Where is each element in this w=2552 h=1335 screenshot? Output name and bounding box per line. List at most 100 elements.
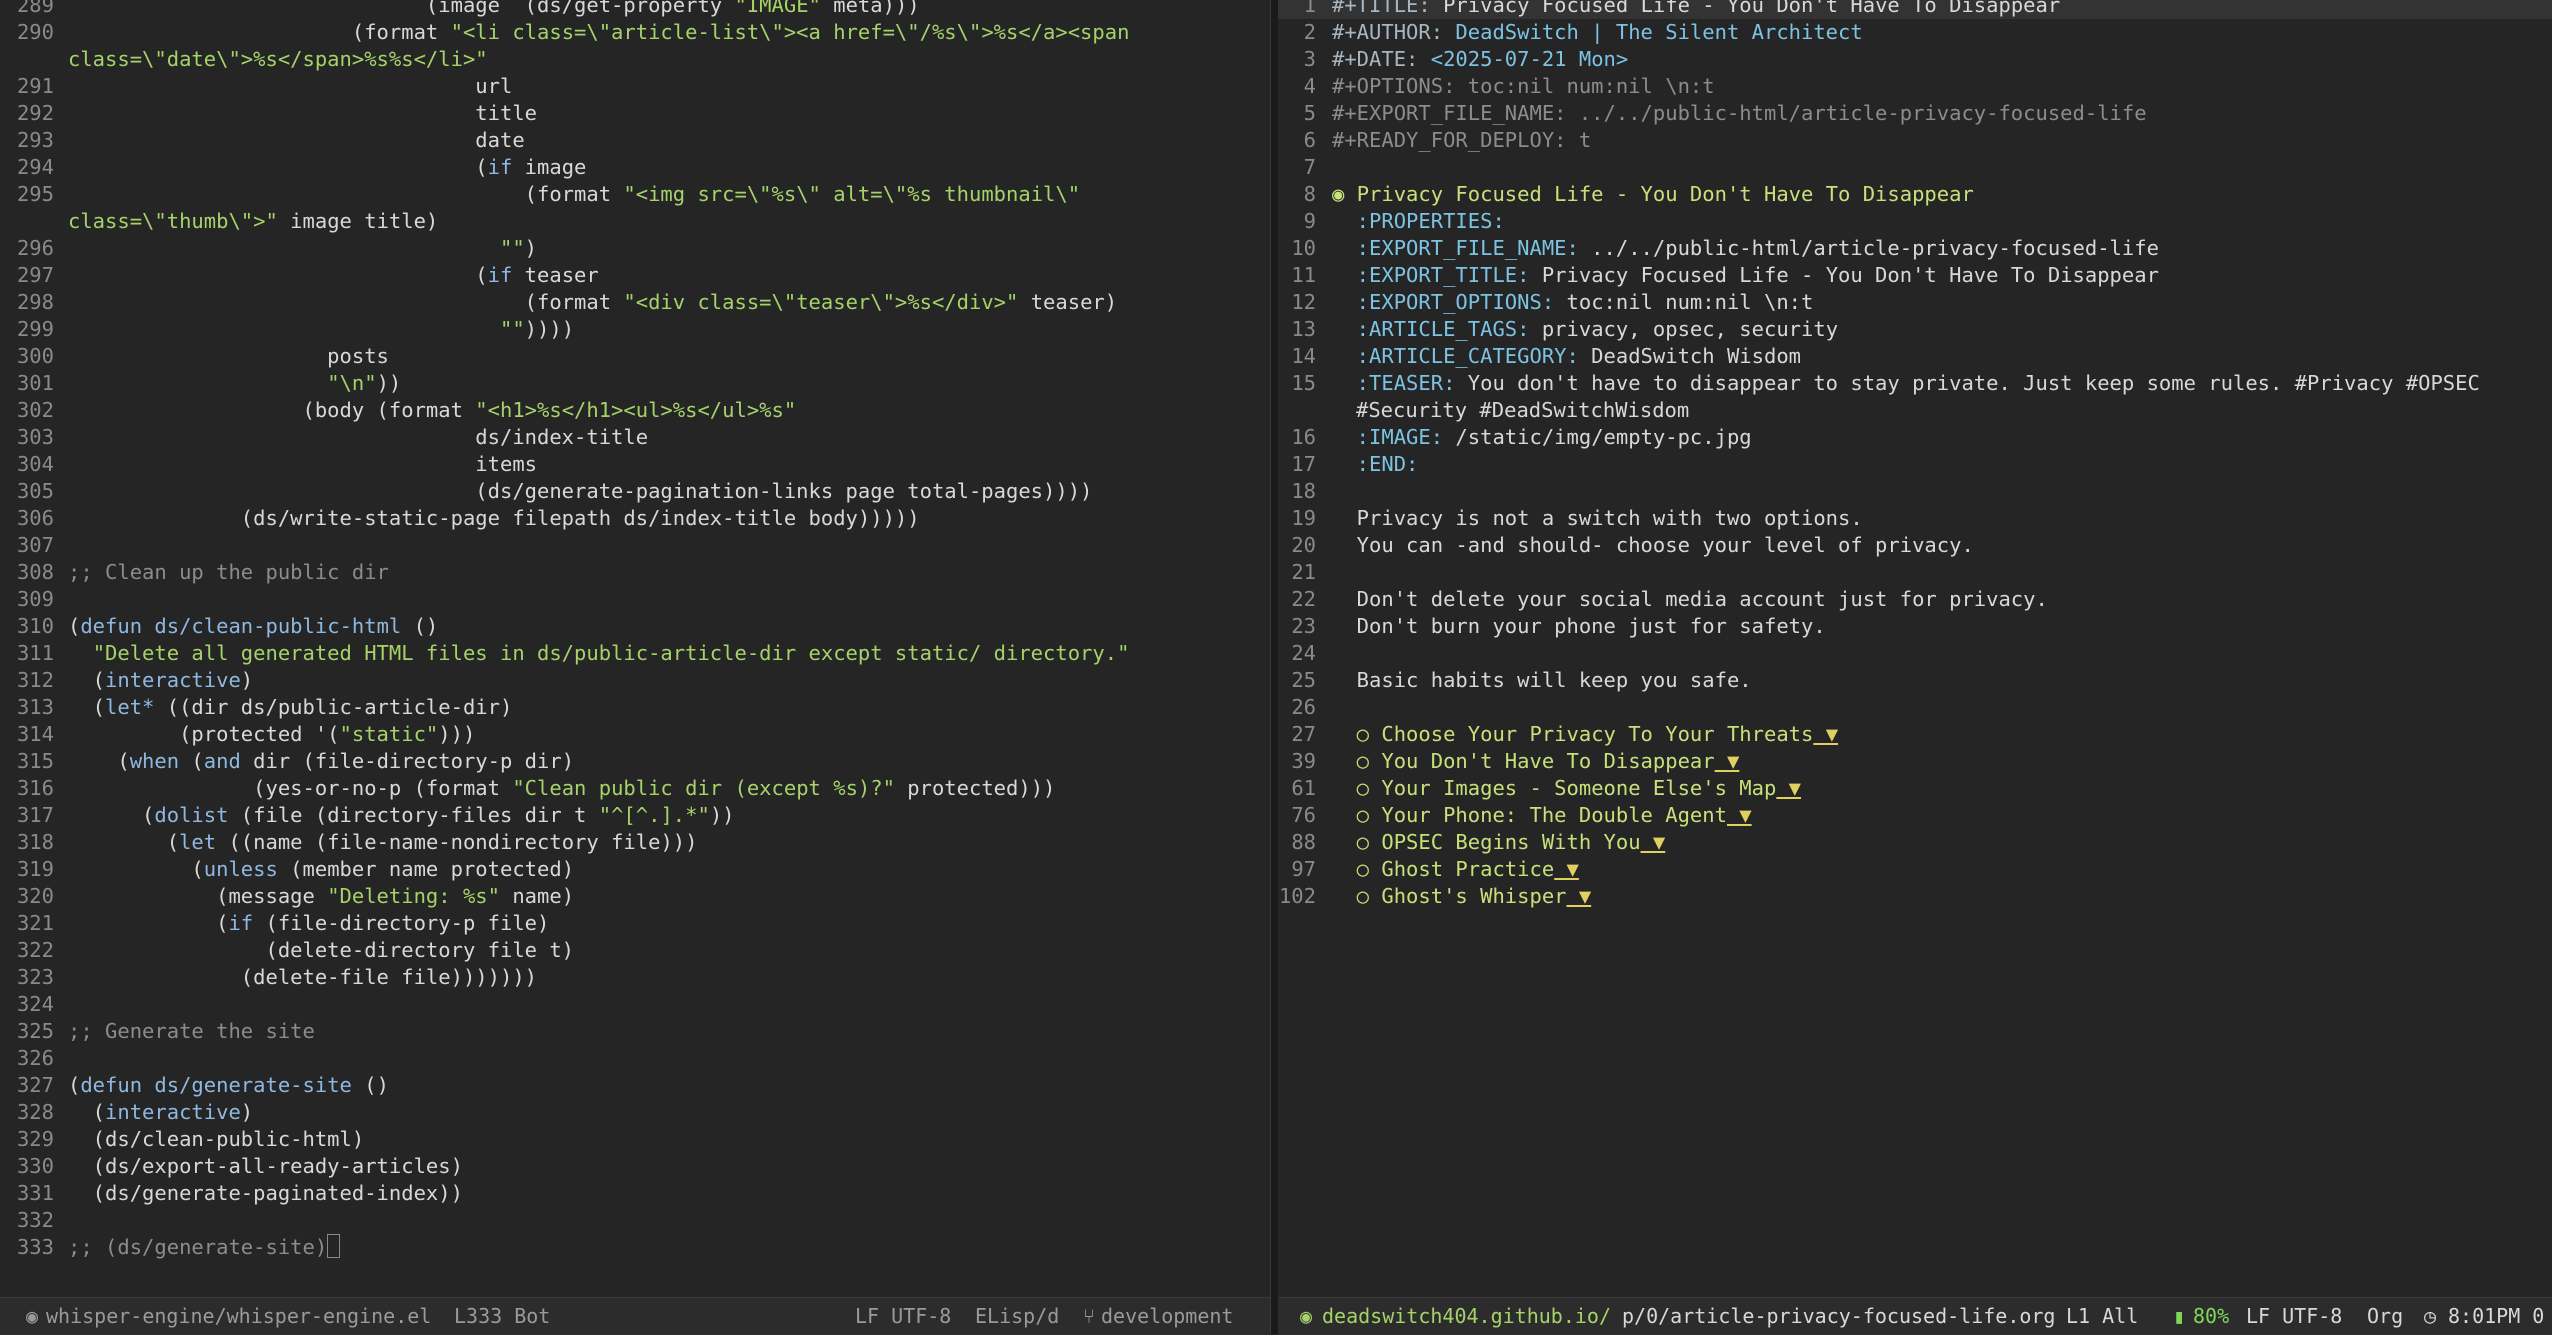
code-line[interactable]: 306 (ds/write-static-page filepath ds/in… [0, 505, 1270, 532]
code-line[interactable]: 319 (unless (member name protected) [0, 856, 1270, 883]
code-line[interactable]: 326 [0, 1045, 1270, 1072]
code-token: ;; (ds/generate-site) [68, 1235, 328, 1259]
code-line[interactable]: 27 ○ Choose Your Privacy To Your Threats… [1278, 721, 2552, 748]
code-line[interactable]: 5 #+EXPORT_FILE_NAME: ../../public-html/a… [1278, 100, 2552, 127]
file-encoding[interactable]: LF UTF-8 [2246, 1298, 2342, 1335]
code-line[interactable]: 2 #+AUTHOR: DeadSwitch | The Silent Archi… [1278, 19, 2552, 46]
code-line[interactable]: 303 ds/index-title [0, 424, 1270, 451]
code-line[interactable]: 307 [0, 532, 1270, 559]
line-number: 27 [1291, 722, 1316, 746]
code-line[interactable]: 302 (body (format "<h1>%s</h1><ul>%s</ul… [0, 397, 1270, 424]
code-line[interactable]: 6 #+READY_FOR_DEPLOY: t [1278, 127, 2552, 154]
code-line[interactable]: 317 (dolist (file (directory-files dir t… [0, 802, 1270, 829]
org-buffer[interactable]: 1 #+TITLE: Privacy Focused Life - You Don… [1278, 0, 2552, 910]
code-line[interactable]: 19 Privacy is not a switch with two opti… [1278, 505, 2552, 532]
code-line[interactable]: 333 ;; (ds/generate-site) [0, 1234, 1270, 1261]
code-line[interactable]: 26 [1278, 694, 2552, 721]
code-token: ../../public-html/article-privacy-focuse… [1578, 236, 2159, 260]
code-line[interactable]: 18 [1278, 478, 2552, 505]
elisp-buffer[interactable]: 289 (image (ds/get-property "IMAGE" meta… [0, 0, 1270, 1261]
code-line[interactable]: 308 ;; Clean up the public dir [0, 559, 1270, 586]
code-line[interactable]: 15 :TEASER: You don't have to disappear … [1278, 370, 2552, 424]
code-line[interactable]: 8 ◉ Privacy Focused Life - You Don't Have… [1278, 181, 2552, 208]
code-line[interactable]: 102 ○ Ghost's Whisper ▼ [1278, 883, 2552, 910]
code-line[interactable]: 16 :IMAGE: /static/img/empty-pc.jpg [1278, 424, 2552, 451]
code-line[interactable]: 300 posts [0, 343, 1270, 370]
line-number: 292 [16, 101, 54, 125]
code-line[interactable]: 21 [1278, 559, 2552, 586]
code-line[interactable]: 20 You can -and should- choose your leve… [1278, 532, 2552, 559]
code-line[interactable]: 13 :ARTICLE_TAGS: privacy, opsec, securi… [1278, 316, 2552, 343]
code-line[interactable]: 97 ○ Ghost Practice ▼ [1278, 856, 2552, 883]
code-line[interactable]: 12 :EXPORT_OPTIONS: toc:nil num:nil \n:t [1278, 289, 2552, 316]
code-line[interactable]: 331 (ds/generate-paginated-index)) [0, 1180, 1270, 1207]
code-line[interactable]: 22 Don't delete your social media accoun… [1278, 586, 2552, 613]
code-line[interactable]: 297 (if teaser [0, 262, 1270, 289]
buffer-path[interactable]: p/0/article-privacy-focused-life.org [1622, 1298, 2055, 1335]
code-line[interactable]: 327 (defun ds/generate-site () [0, 1072, 1270, 1099]
code-line[interactable]: 17 :END: [1278, 451, 2552, 478]
code-line[interactable]: 322 (delete-directory file t) [0, 937, 1270, 964]
code-line[interactable]: 299 "")))) [0, 316, 1270, 343]
code-line[interactable]: 290 (format "<li class=\"article-list\">… [0, 19, 1270, 73]
code-editor-pane[interactable]: 289 (image (ds/get-property "IMAGE" meta… [0, 0, 1270, 1297]
code-line[interactable]: 1 #+TITLE: Privacy Focused Life - You Don… [1278, 0, 2552, 19]
code-line[interactable]: 320 (message "Deleting: %s" name) [0, 883, 1270, 910]
code-line[interactable]: 324 [0, 991, 1270, 1018]
code-line[interactable]: 294 (if image [0, 154, 1270, 181]
code-line[interactable]: 330 (ds/export-all-ready-articles) [0, 1153, 1270, 1180]
code-line[interactable]: 14 :ARTICLE_CATEGORY: DeadSwitch Wisdom [1278, 343, 2552, 370]
code-line[interactable]: 24 [1278, 640, 2552, 667]
code-token: dir (file-directory-p dir) [240, 749, 575, 773]
code-line[interactable]: 304 items [0, 451, 1270, 478]
code-line[interactable]: 39 ○ You Don't Have To Disappear ▼ [1278, 748, 2552, 775]
code-line[interactable]: 295 (format "<img src=\"%s\" alt=\"%s th… [0, 181, 1270, 235]
code-line[interactable]: 23 Don't burn your phone just for safety… [1278, 613, 2552, 640]
code-line[interactable]: 289 (image (ds/get-property "IMAGE" meta… [0, 0, 1270, 19]
file-encoding[interactable]: LF UTF-8 [855, 1298, 951, 1335]
code-line[interactable]: 4 #+OPTIONS: toc:nil num:nil \n:t [1278, 73, 2552, 100]
code-line[interactable]: 298 (format "<div class=\"teaser\">%s</d… [0, 289, 1270, 316]
code-line[interactable]: 311 "Delete all generated HTML files in … [0, 640, 1270, 667]
line-number: 304 [16, 452, 54, 476]
code-line[interactable]: 25 Basic habits will keep you safe. [1278, 667, 2552, 694]
code-line[interactable]: 291 url [0, 73, 1270, 100]
code-line[interactable]: 329 (ds/clean-public-html) [0, 1126, 1270, 1153]
code-line[interactable]: 315 (when (and dir (file-directory-p dir… [0, 748, 1270, 775]
code-line[interactable]: 314 (protected '("static"))) [0, 721, 1270, 748]
line-text: date [68, 127, 524, 154]
code-line[interactable]: 318 (let ((name (file-name-nondirectory … [0, 829, 1270, 856]
buffer-name[interactable]: whisper-engine/whisper-engine.el [46, 1298, 431, 1335]
org-editor-pane[interactable]: 1 #+TITLE: Privacy Focused Life - You Don… [1278, 0, 2552, 1297]
git-branch[interactable]: development [1101, 1298, 1233, 1335]
code-line[interactable]: 76 ○ Your Phone: The Double Agent ▼ [1278, 802, 2552, 829]
code-line[interactable]: 7 [1278, 154, 2552, 181]
code-line[interactable]: 328 (interactive) [0, 1099, 1270, 1126]
code-line[interactable]: 301 "\n")) [0, 370, 1270, 397]
code-line[interactable]: 11 :EXPORT_TITLE: Privacy Focused Life -… [1278, 262, 2552, 289]
code-line[interactable]: 296 "") [0, 235, 1270, 262]
code-line[interactable]: 313 (let* ((dir ds/public-article-dir) [0, 694, 1270, 721]
line-number: 318 [16, 830, 54, 854]
code-line[interactable]: 293 date [0, 127, 1270, 154]
code-line[interactable]: 10 :EXPORT_FILE_NAME: ../../public-html/… [1278, 235, 2552, 262]
code-line[interactable]: 3 #+DATE: <2025-07-21 Mon> [1278, 46, 2552, 73]
major-mode[interactable]: Org [2367, 1298, 2403, 1335]
line-number: 303 [16, 425, 54, 449]
major-mode[interactable]: ELisp/d [975, 1298, 1059, 1335]
code-token: url [68, 74, 513, 98]
code-line[interactable]: 312 (interactive) [0, 667, 1270, 694]
code-line[interactable]: 325 ;; Generate the site [0, 1018, 1270, 1045]
code-line[interactable]: 321 (if (file-directory-p file) [0, 910, 1270, 937]
code-line[interactable]: 61 ○ Your Images - Someone Else's Map ▼ [1278, 775, 2552, 802]
code-line[interactable]: 292 title [0, 100, 1270, 127]
code-line[interactable]: 9 :PROPERTIES: [1278, 208, 2552, 235]
code-line[interactable]: 309 [0, 586, 1270, 613]
buffer-host[interactable]: deadswitch404.github.io/ [1322, 1298, 1611, 1335]
code-line[interactable]: 323 (delete-file file))))))) [0, 964, 1270, 991]
code-line[interactable]: 310 (defun ds/clean-public-html () [0, 613, 1270, 640]
code-line[interactable]: 316 (yes-or-no-p (format "Clean public d… [0, 775, 1270, 802]
code-line[interactable]: 88 ○ OPSEC Begins With You ▼ [1278, 829, 2552, 856]
code-line[interactable]: 332 [0, 1207, 1270, 1234]
code-line[interactable]: 305 (ds/generate-pagination-links page t… [0, 478, 1270, 505]
